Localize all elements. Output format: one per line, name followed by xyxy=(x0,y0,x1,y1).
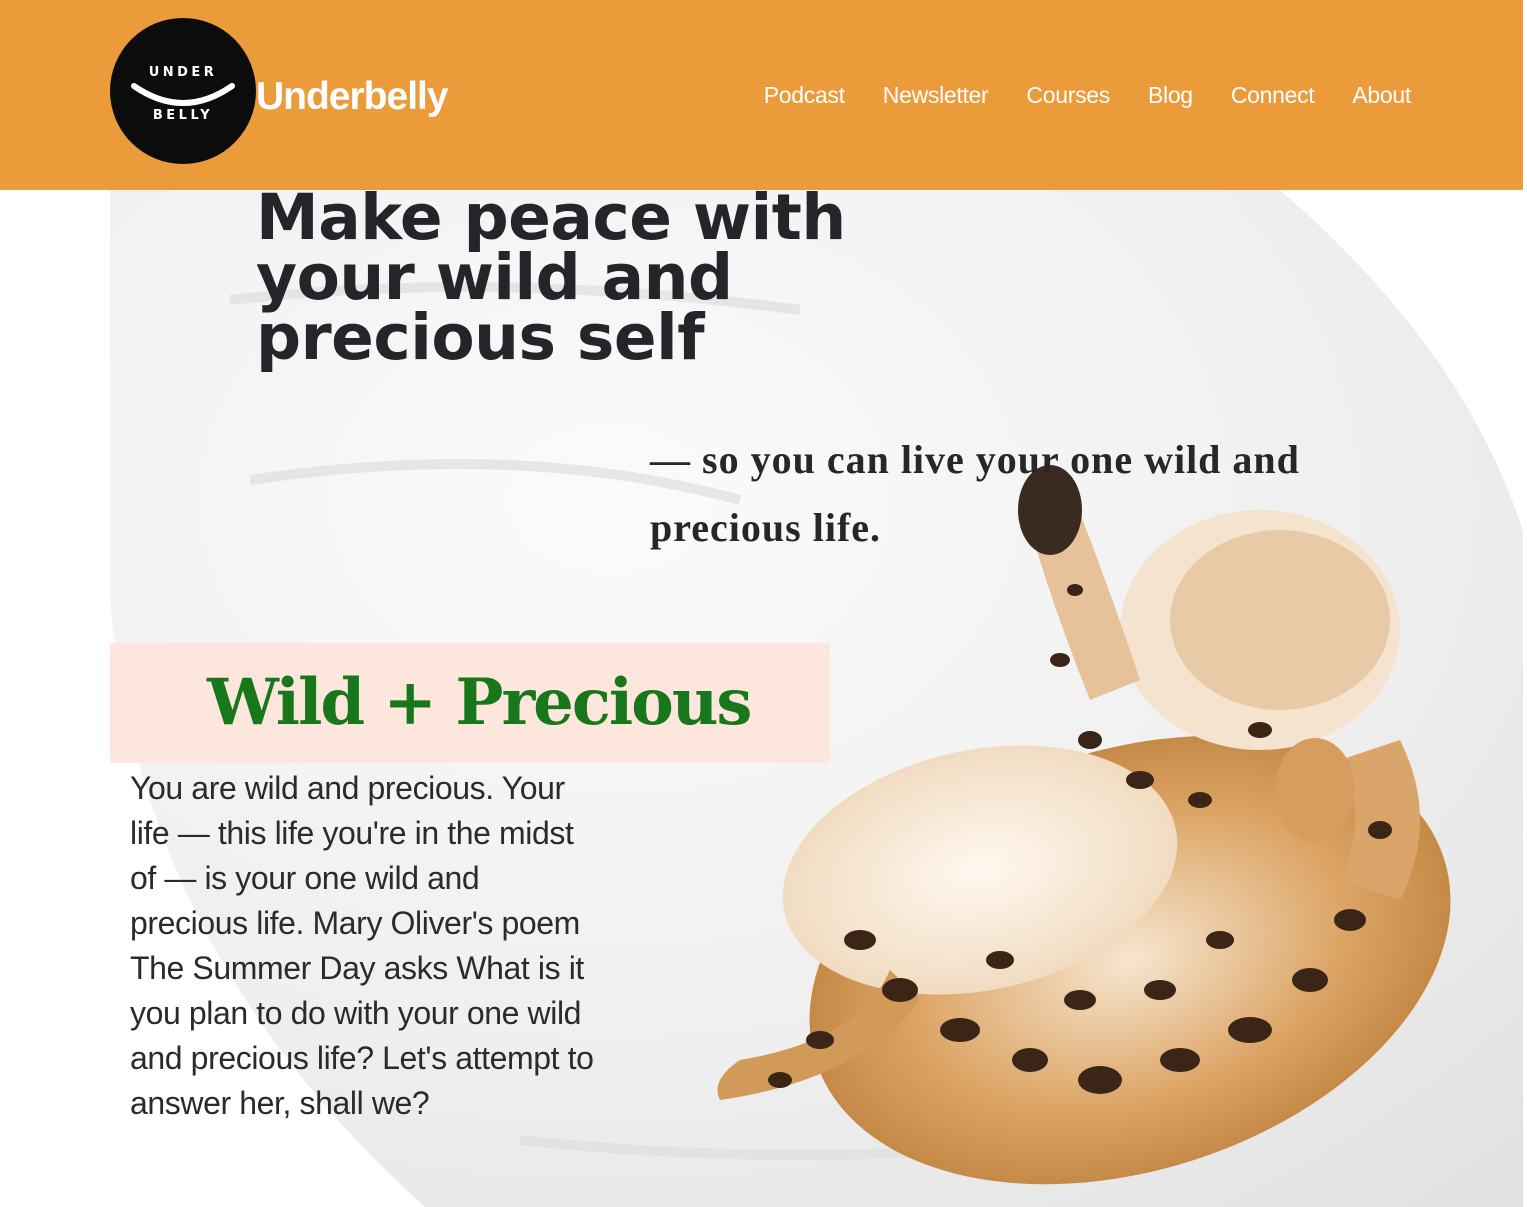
logo-text-bottom: BELLY xyxy=(152,108,214,123)
underbelly-logo[interactable]: UNDER BELLY xyxy=(110,18,256,164)
section-body: You are wild and precious. Your life — t… xyxy=(130,770,594,1121)
nav-about[interactable]: About xyxy=(1352,80,1411,110)
nav-newsletter[interactable]: Newsletter xyxy=(883,80,989,110)
section-title-band: Wild + Precious xyxy=(110,643,830,763)
main-nav: Podcast Newsletter Courses Blog Connect … xyxy=(764,80,1412,110)
hero-subline: — so you can live your one wild and prec… xyxy=(650,437,1300,550)
section-title: Wild + Precious xyxy=(207,665,752,740)
logo-text-top: UNDER xyxy=(148,65,218,80)
site-header: UNDER BELLY Underbelly Podcast Newslette… xyxy=(0,0,1523,190)
nav-courses[interactable]: Courses xyxy=(1026,80,1110,110)
hero-headline: Make peace with your wild and precious s… xyxy=(256,181,846,374)
site-title[interactable]: Underbelly xyxy=(256,74,449,119)
nav-blog[interactable]: Blog xyxy=(1148,80,1193,110)
nav-connect[interactable]: Connect xyxy=(1231,80,1315,110)
nav-podcast[interactable]: Podcast xyxy=(764,80,845,110)
